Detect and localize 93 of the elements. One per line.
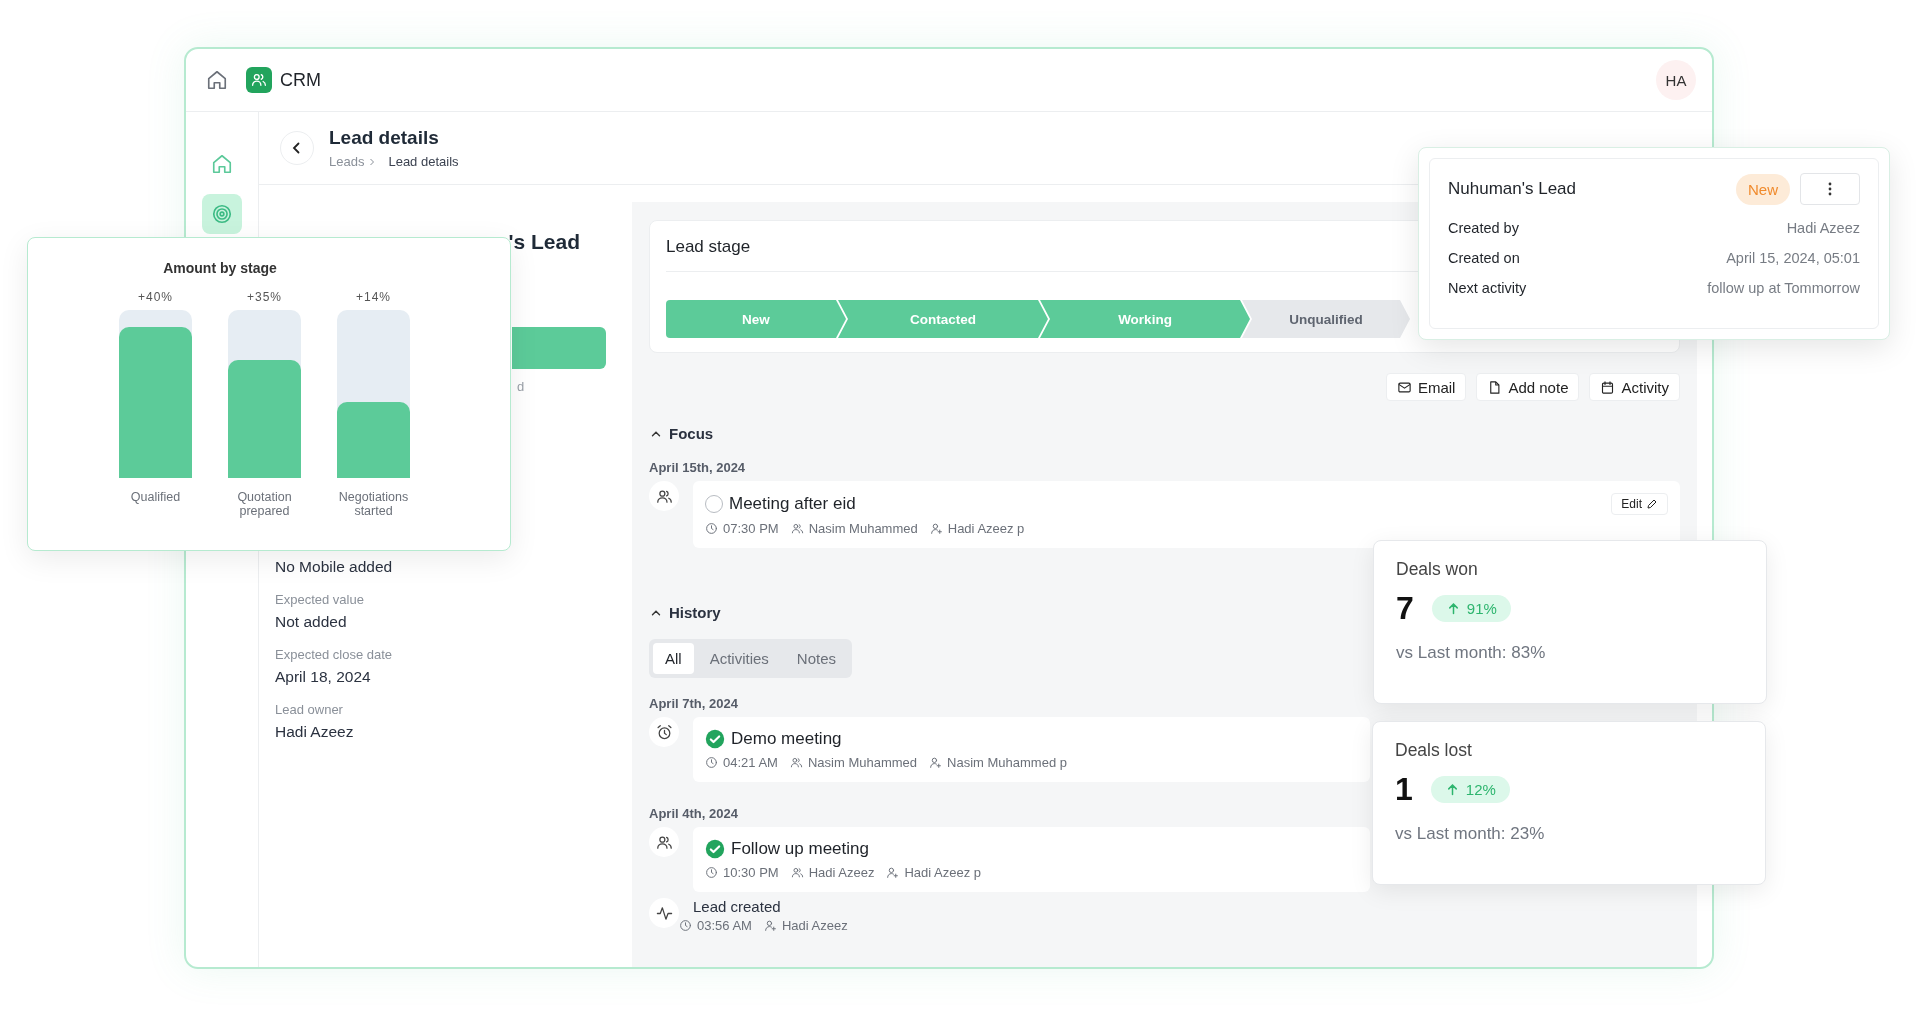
user-plus-icon (763, 919, 777, 932)
activity-title: Demo meeting (731, 729, 843, 749)
detail-value: follow up at Tommorrow (1707, 280, 1860, 296)
action-button[interactable]: Activity (1589, 373, 1680, 401)
home-icon (206, 69, 228, 91)
action-button[interactable]: Add note (1476, 373, 1580, 401)
clock-icon (705, 522, 718, 535)
lead-title: 's Lead (508, 230, 580, 254)
bar-label: Qualified (129, 490, 182, 504)
detail-label: Next activity (1448, 280, 1527, 296)
users-icon (790, 866, 804, 879)
alarm-clock-icon (655, 723, 673, 741)
tab[interactable]: Notes (784, 643, 849, 674)
owner-name: Hadi Azeez p (904, 865, 982, 880)
page-title: Lead details (329, 127, 440, 149)
field-value: Hadi Azeez (275, 723, 355, 741)
users-icon (789, 756, 803, 769)
bar-label: Quotation prepared (236, 490, 293, 518)
activity-time: 07:30 PM (723, 521, 779, 536)
date-label: April 4th, 2024 (649, 806, 739, 821)
document-icon (1487, 379, 1503, 395)
activity-time: 04:21 AM (723, 755, 778, 770)
stat-title: Deals won (1396, 559, 1479, 580)
stat-title: Deals lost (1395, 740, 1473, 761)
event-time: 03:56 AM (697, 918, 752, 933)
trend-badge: 91% (1431, 595, 1511, 622)
clock-icon (705, 866, 718, 879)
chart-title: Amount by stage (162, 260, 278, 276)
tab[interactable]: All (653, 643, 694, 674)
change-label: +35% (247, 290, 282, 306)
more-icon (1828, 182, 1832, 196)
activity-card[interactable]: Demo meeting 04:21 AM Nasim Muhammed Nasim Muhammed p (693, 717, 1370, 782)
stat-value: 1 (1395, 771, 1413, 808)
edit-button[interactable]: Edit (1611, 493, 1668, 515)
app-name: CRM (280, 69, 321, 91)
user-plus-icon (929, 756, 943, 769)
comparison-text: vs Last month: 83% (1396, 643, 1547, 663)
check-circle-icon[interactable] (705, 839, 725, 859)
action-button[interactable]: Email (1385, 373, 1467, 401)
activity-title: Meeting after eid (729, 494, 857, 514)
clock-icon (679, 919, 692, 932)
pulse-icon (655, 904, 673, 922)
attendee-name: Nasim Muhammed (807, 755, 918, 770)
mail-icon (1396, 379, 1412, 395)
user-plus-icon (886, 866, 900, 879)
activity-time: 10:30 PM (723, 865, 779, 880)
detail-label: Created on (1448, 250, 1520, 266)
activity-card[interactable]: Follow up meeting 10:30 PM Hadi Azeez Hadi Azeez p (693, 827, 1370, 892)
stage-step[interactable]: Unqualified (1242, 300, 1410, 338)
user-plus-icon (929, 522, 943, 535)
section-title: Focus (669, 425, 714, 442)
detail-value: April 15, 2024, 05:01 (1726, 250, 1860, 266)
detail-label: Created by (1448, 220, 1519, 236)
status-badge: New (1736, 173, 1790, 205)
activity-card[interactable]: Meeting after eid Edit 07:30 PM Nasim Muhammed Hadi Azeez p (693, 481, 1680, 548)
date-label: April 7th, 2024 (649, 696, 739, 711)
pencil-icon (1646, 498, 1658, 510)
calendar-icon (1600, 379, 1616, 395)
activity-title: Follow up meeting (731, 839, 870, 859)
field-value: No Mobile added (275, 558, 394, 576)
breadcrumb-link[interactable]: Lead details (388, 154, 459, 169)
field-value: April 18, 2024 (275, 668, 372, 686)
attendee-name: Hadi Azeez (808, 865, 875, 880)
owner-name: Nasim Muhammed p (947, 755, 1067, 770)
change-label: +14% (356, 290, 391, 306)
home-icon (211, 153, 233, 175)
stat-value: 7 (1396, 590, 1414, 627)
attendee-name: Nasim Muhammed (808, 521, 918, 536)
date-label: April 15th, 2024 (649, 460, 747, 475)
bar-label: Negotiations started (337, 490, 410, 518)
field-text: d (517, 379, 525, 394)
field-label: Lead owner (275, 702, 344, 717)
owner-name: Hadi Azeez p (947, 521, 1025, 536)
detail-value: Hadi Azeez (1786, 220, 1860, 236)
app-logo-icon (246, 67, 272, 93)
sidebar-item[interactable] (202, 194, 242, 234)
back-button[interactable] (280, 131, 314, 165)
check-circle-icon[interactable] (705, 729, 725, 749)
card-title: Nuhuman's Lead (1448, 179, 1577, 199)
user-avatar[interactable]: HA (1656, 60, 1696, 100)
clock-icon (705, 756, 718, 769)
tab[interactable]: Activities (697, 643, 781, 674)
trend-badge: 12% (1430, 776, 1510, 803)
change-label: +40% (138, 290, 173, 306)
field-label: Expected value (275, 592, 365, 607)
event-title: Lead created (693, 898, 782, 915)
comparison-text: vs Last month: 23% (1395, 824, 1546, 844)
target-icon (211, 203, 233, 225)
field-value: Not added (275, 613, 348, 631)
event-owner: Hadi Azeez (781, 918, 848, 933)
users-icon (790, 522, 804, 535)
field-label: Expected close date (275, 647, 394, 662)
section-title: History (669, 604, 721, 621)
